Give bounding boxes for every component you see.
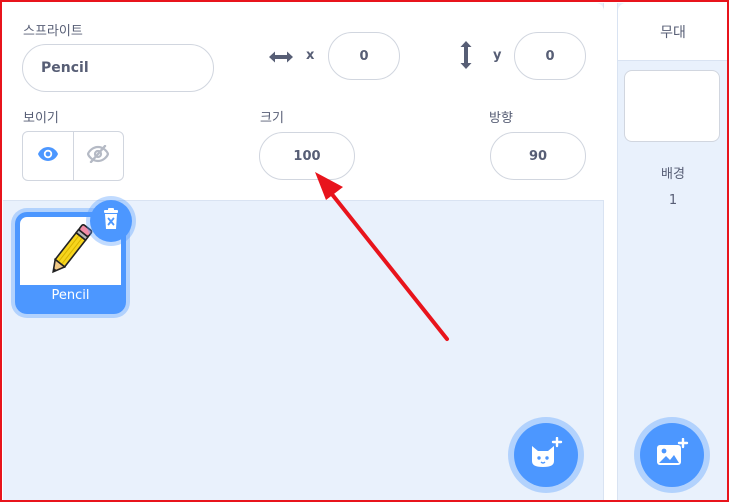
sprite-pane: 스프라이트 Pencil x 0 y 0 보이기 크기 100 방향 90 Pe… <box>3 3 604 500</box>
eye-icon <box>37 146 59 166</box>
backdrop-label: 배경 <box>661 167 685 182</box>
x-label: x <box>306 48 315 63</box>
visibility-toggle-group <box>22 131 124 181</box>
stage-title: 무대 <box>660 25 686 41</box>
size-label: 크기 <box>260 111 284 126</box>
direction-input[interactable]: 90 <box>490 132 586 180</box>
y-label: y <box>493 48 502 63</box>
stage-header: 무대 <box>618 3 728 61</box>
add-backdrop-button[interactable] <box>640 423 704 487</box>
eye-slash-icon <box>87 144 110 167</box>
direction-label: 방향 <box>489 111 513 126</box>
hide-sprite-button[interactable] <box>72 132 124 180</box>
delete-sprite-button[interactable] <box>90 200 132 242</box>
trash-icon <box>101 208 121 234</box>
add-sprite-button[interactable] <box>514 423 578 487</box>
sprite-tile-name: Pencil <box>51 288 90 303</box>
show-label: 보이기 <box>23 111 59 126</box>
stage-thumbnail[interactable] <box>624 70 720 142</box>
add-backdrop-button-ring <box>634 417 710 493</box>
add-sprite-button-ring <box>508 417 584 493</box>
horizontal-arrows-icon <box>267 47 295 67</box>
image-plus-icon <box>655 437 689 472</box>
y-position-input[interactable]: 0 <box>514 32 586 80</box>
sprite-info-panel: 스프라이트 Pencil x 0 y 0 보이기 크기 100 방향 90 <box>3 3 604 201</box>
backdrop-count: 1 <box>668 193 678 208</box>
stage-pane: 무대 배경 1 <box>617 3 728 500</box>
cat-plus-icon <box>529 436 563 473</box>
vertical-arrows-icon <box>459 39 473 71</box>
sprite-name-input[interactable]: Pencil <box>22 44 214 92</box>
show-sprite-button[interactable] <box>23 132 73 180</box>
sprite-label: 스프라이트 <box>23 24 83 39</box>
x-position-input[interactable]: 0 <box>328 32 400 80</box>
size-input[interactable]: 100 <box>259 132 355 180</box>
